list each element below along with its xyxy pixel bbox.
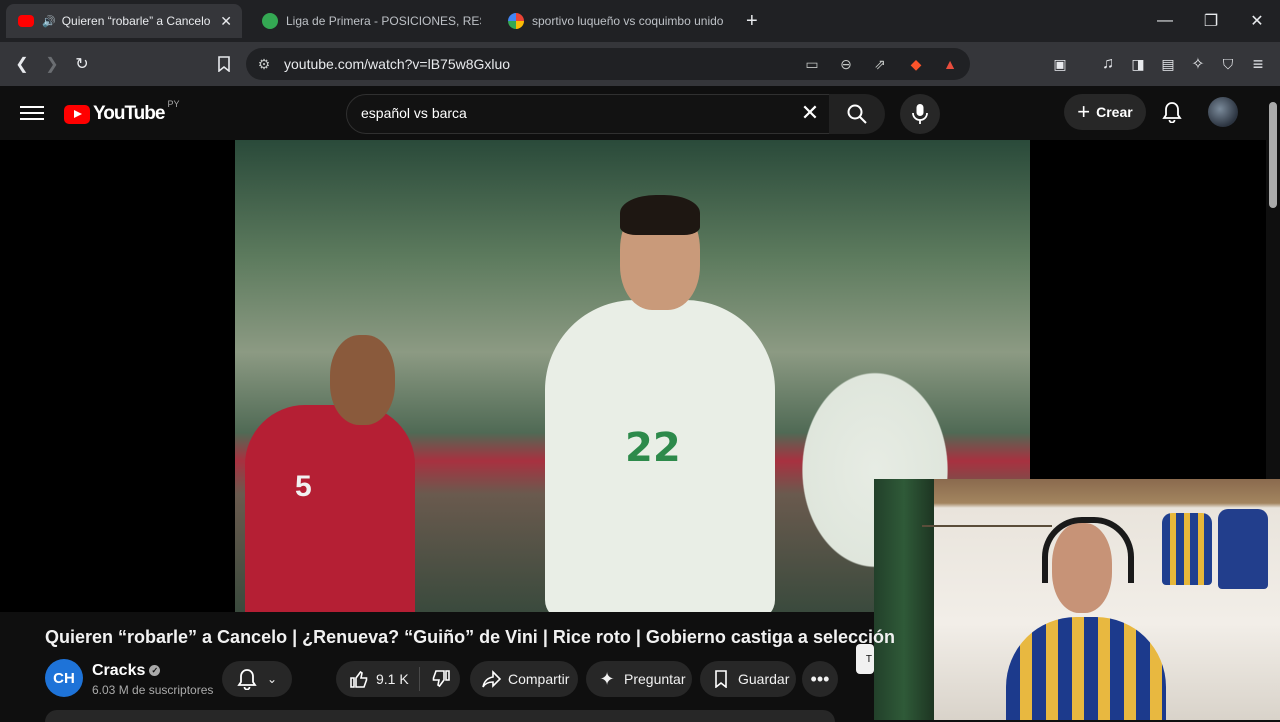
brave-shields-icon[interactable]: ◆ bbox=[906, 54, 926, 74]
thumbs-down-icon bbox=[432, 670, 450, 688]
browser-tab-bar: 🔊 Quieren “robarle” a Cancelo | ✕ Liga d… bbox=[0, 0, 1280, 42]
ask-label: Preguntar bbox=[624, 671, 686, 687]
save-button[interactable]: Guardar bbox=[700, 661, 796, 697]
sparkle-icon: ✦ bbox=[599, 668, 615, 689]
close-tab-icon[interactable]: ✕ bbox=[220, 13, 232, 30]
country-code: PY bbox=[167, 99, 180, 109]
player-white-hair bbox=[620, 195, 700, 235]
logo-text: YouTube bbox=[93, 103, 165, 124]
new-tab-button[interactable]: + bbox=[746, 4, 770, 38]
jersey-number-front: 22 bbox=[625, 425, 681, 471]
google-favicon-icon bbox=[508, 13, 524, 29]
subscription-notifications-button[interactable]: ⌄ bbox=[222, 661, 292, 697]
subscriber-count: 6.03 M de suscriptores bbox=[92, 683, 214, 697]
music-icon[interactable]: ♫ bbox=[1094, 50, 1122, 78]
sidebar-icon[interactable]: ◨ bbox=[1124, 50, 1152, 78]
search-button[interactable] bbox=[829, 94, 885, 134]
plus-icon: + bbox=[1077, 99, 1091, 124]
create-button[interactable]: + Crear bbox=[1064, 94, 1146, 130]
browser-menu-icon[interactable]: ≡ bbox=[1244, 50, 1272, 78]
reload-icon[interactable]: ↻ bbox=[68, 50, 96, 78]
tab-liga[interactable]: Liga de Primera - POSICIONES, RESU bbox=[250, 4, 490, 38]
forward-icon[interactable]: ❯ bbox=[38, 50, 66, 78]
voice-search-button[interactable] bbox=[900, 94, 940, 134]
dislike-button[interactable] bbox=[430, 668, 452, 690]
search-box[interactable]: español vs barca ✕ bbox=[346, 94, 830, 134]
ai-sparkle-icon[interactable]: ✧ bbox=[1184, 50, 1212, 78]
youtube-header: YouTube PY español vs barca ✕ + Crear bbox=[0, 86, 1266, 140]
microphone-icon bbox=[912, 104, 928, 124]
channel-avatar[interactable]: CH bbox=[45, 659, 83, 697]
headphones bbox=[1042, 517, 1134, 583]
notifications-bell-icon[interactable] bbox=[1158, 98, 1186, 126]
like-dislike-group: 9.1 K bbox=[336, 661, 460, 697]
youtube-logo[interactable]: YouTube PY bbox=[64, 99, 179, 125]
clear-search-icon[interactable]: ✕ bbox=[797, 101, 823, 127]
minimize-icon[interactable]: — bbox=[1142, 0, 1188, 42]
tab-title: Quieren “robarle” a Cancelo | bbox=[61, 14, 212, 28]
scrollbar-thumb[interactable] bbox=[1269, 102, 1277, 208]
ask-button[interactable]: ✦ Preguntar bbox=[586, 661, 692, 697]
player-red-kit bbox=[245, 405, 415, 612]
tab-youtube[interactable]: 🔊 Quieren “robarle” a Cancelo | ✕ bbox=[6, 4, 242, 38]
share-label: Compartir bbox=[508, 671, 570, 687]
like-button[interactable] bbox=[348, 668, 370, 690]
audio-playing-icon[interactable]: 🔊 bbox=[42, 15, 56, 28]
player-red-head bbox=[330, 335, 395, 425]
share-button[interactable]: Compartir bbox=[470, 661, 578, 697]
tab-title: sportivo luqueño vs coquimbo unido bbox=[532, 14, 724, 28]
restore-icon[interactable]: ❐ bbox=[1188, 0, 1234, 42]
thumbs-up-icon bbox=[350, 670, 368, 688]
video-title: Quieren “robarle” a Cancelo | ¿Renueva? … bbox=[45, 627, 895, 647]
divider bbox=[418, 667, 420, 691]
streamer-body bbox=[1006, 617, 1166, 720]
jersey-number-left: 5 bbox=[295, 470, 312, 503]
vpn-shield-icon[interactable]: ⛉ bbox=[1214, 50, 1242, 78]
sidebar-chip-edge[interactable]: T bbox=[856, 644, 874, 674]
like-count[interactable]: 9.1 K bbox=[376, 671, 409, 687]
reader-icon[interactable]: ▣ bbox=[1046, 50, 1074, 78]
site-settings-icon[interactable]: ⚙ bbox=[254, 54, 274, 74]
close-window-icon[interactable]: ✕ bbox=[1234, 0, 1280, 42]
hamburger-menu-icon[interactable] bbox=[20, 102, 44, 124]
youtube-favicon-icon bbox=[18, 15, 34, 27]
url-text[interactable]: youtube.com/watch?v=lB75w8Gxluo bbox=[284, 56, 510, 72]
hanging-jersey bbox=[1218, 509, 1268, 589]
zoom-icon[interactable]: ⊖ bbox=[836, 54, 856, 74]
cast-icon[interactable]: ▭ bbox=[802, 54, 822, 74]
bookmark-icon[interactable] bbox=[210, 50, 238, 78]
bunting-decoration bbox=[922, 525, 1052, 547]
channel-name[interactable]: Cracks bbox=[92, 662, 145, 679]
description-box-edge[interactable] bbox=[45, 710, 835, 722]
soccer-ball-favicon-icon bbox=[262, 13, 278, 29]
save-bookmark-icon bbox=[710, 668, 732, 690]
verified-check-icon: ✓ bbox=[149, 665, 161, 677]
christmas-tree bbox=[874, 479, 934, 720]
hanging-jersey bbox=[1162, 513, 1212, 585]
webcam-overlay bbox=[874, 479, 1280, 720]
create-label: Crear bbox=[1096, 104, 1133, 120]
tab-title: Liga de Primera - POSICIONES, RESU bbox=[286, 14, 481, 28]
more-actions-icon[interactable]: ••• bbox=[802, 661, 838, 697]
search-input[interactable]: español vs barca bbox=[361, 105, 467, 121]
tab-google[interactable]: sportivo luqueño vs coquimbo unido bbox=[496, 4, 736, 38]
youtube-play-icon bbox=[64, 104, 90, 124]
share-arrow-icon bbox=[480, 668, 502, 690]
share-page-icon[interactable]: ⇗ bbox=[870, 54, 890, 74]
channel-name-row[interactable]: Cracks ✓ bbox=[92, 662, 161, 680]
wallet-icon[interactable]: ▤ bbox=[1154, 50, 1182, 78]
save-label: Guardar bbox=[738, 671, 790, 687]
search-icon bbox=[847, 104, 867, 124]
account-avatar[interactable] bbox=[1208, 97, 1238, 127]
back-icon[interactable]: ❮ bbox=[8, 50, 36, 78]
brave-rewards-icon[interactable]: ▲ bbox=[940, 54, 960, 74]
bell-icon bbox=[237, 669, 257, 690]
chevron-down-icon: ⌄ bbox=[266, 672, 278, 686]
address-bar[interactable]: ⚙ youtube.com/watch?v=lB75w8Gxluo ▭ ⊖ ⇗ … bbox=[246, 48, 970, 80]
